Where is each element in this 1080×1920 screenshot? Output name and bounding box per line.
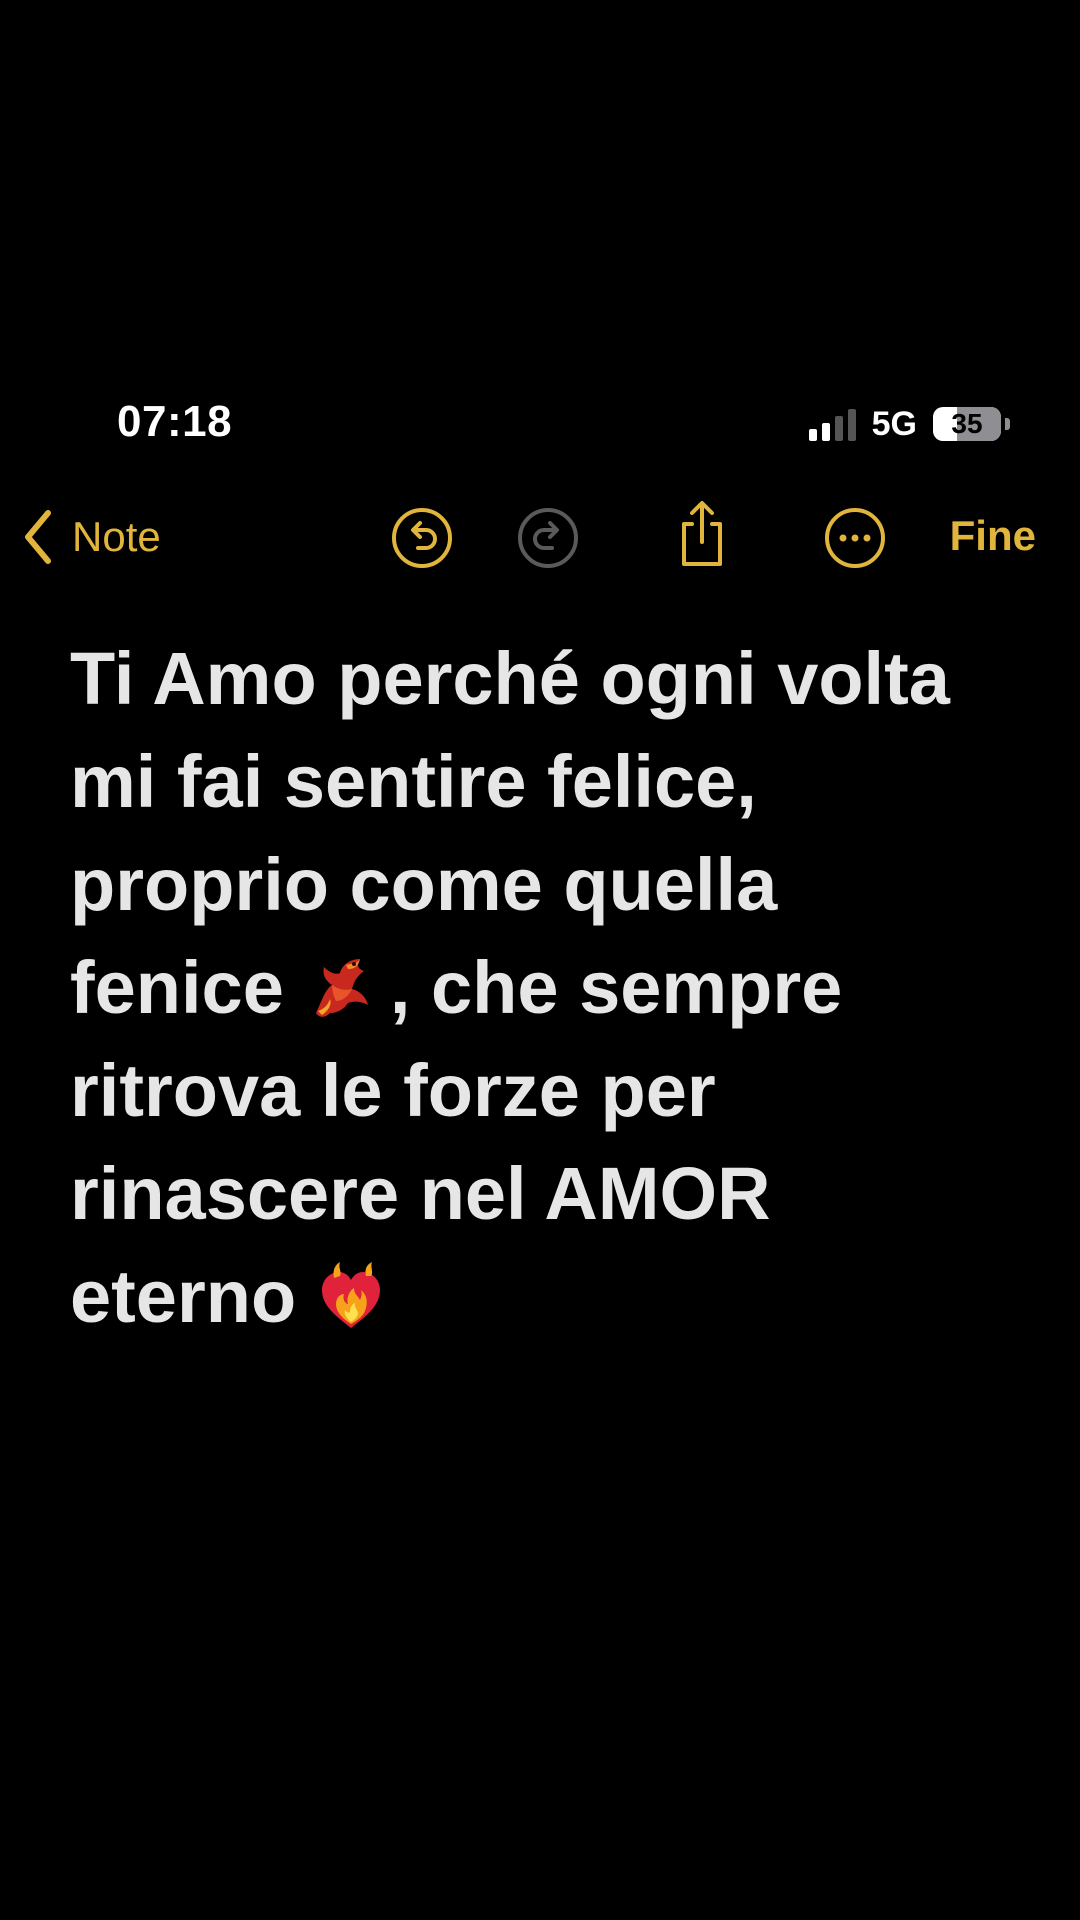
share-button[interactable]: [670, 498, 734, 566]
note-body[interactable]: Ti Amo perché ogni volta mi fai sentire …: [70, 627, 1030, 1348]
more-options-button[interactable]: [823, 506, 887, 570]
note-line: rinascere nel AMOR: [70, 1152, 771, 1235]
phoenix-emoji-icon: [302, 951, 376, 1025]
heart-on-fire-emoji-icon: [314, 1260, 388, 1334]
undo-button[interactable]: [390, 506, 454, 570]
done-button[interactable]: Fine: [950, 512, 1036, 560]
notes-screen: 07:18 5G 35 Note Fine Ti Amo perché ogni…: [0, 352, 1080, 1920]
back-label: Note: [72, 513, 161, 560]
undo-icon: [392, 508, 452, 568]
back-button[interactable]: Note: [22, 502, 161, 572]
note-line: mi fai sentire felice,: [70, 740, 757, 823]
redo-button[interactable]: [516, 506, 580, 570]
note-line: fenice , che sempre: [70, 946, 843, 1029]
chevron-left-icon: [22, 509, 54, 565]
note-line: ritrova le forze per: [70, 1049, 716, 1132]
redo-icon: [518, 508, 578, 568]
cellular-signal-icon: [808, 407, 856, 441]
status-indicators: 5G 35: [808, 404, 1010, 444]
battery-icon: 35: [933, 407, 1001, 441]
note-line: proprio come quella: [70, 843, 778, 926]
note-line: Ti Amo perché ogni volta: [70, 637, 950, 720]
top-black-area: [0, 0, 1080, 352]
share-icon: [682, 501, 722, 566]
battery-level: 35: [951, 408, 983, 439]
status-time: 07:18: [117, 397, 233, 446]
network-type: 5G: [871, 404, 917, 443]
battery-tip: [1005, 418, 1010, 430]
notes-toolbar: Note Fine: [0, 492, 1080, 582]
note-line: eterno: [70, 1245, 1030, 1348]
status-bar: 07:18 5G 35: [0, 352, 1080, 462]
more-icon: [825, 508, 885, 568]
